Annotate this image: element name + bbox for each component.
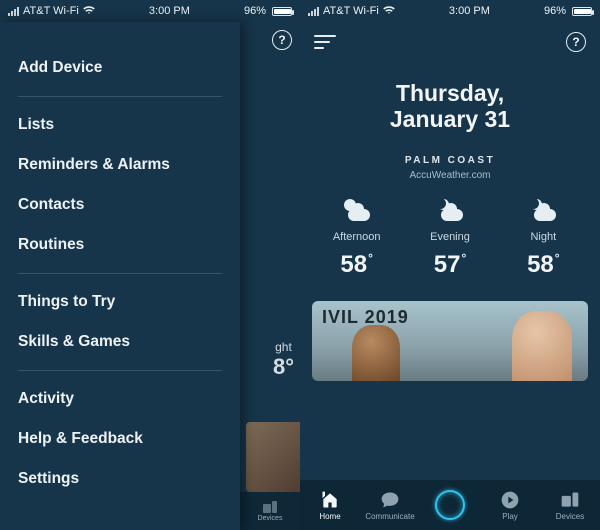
location-block: PALM COAST AccuWeather.com xyxy=(300,155,600,181)
card-peek xyxy=(246,422,300,492)
tabbar-peek-label: Devices xyxy=(258,515,283,522)
forecast-afternoon[interactable]: Afternoon 58° xyxy=(310,197,403,279)
forecast-temp: 58° xyxy=(497,251,590,279)
menu-add-device[interactable]: Add Device xyxy=(18,48,222,88)
help-icon[interactable]: ? xyxy=(566,32,586,52)
menu-contacts[interactable]: Contacts xyxy=(18,185,222,225)
forecast-period: Night xyxy=(497,231,590,243)
menu-help-feedback[interactable]: Help & Feedback xyxy=(18,419,222,459)
tab-home[interactable]: Home xyxy=(300,490,360,521)
forecast-period: Evening xyxy=(403,231,496,243)
date-line-2: January 31 xyxy=(390,106,510,132)
peek-period: ght xyxy=(273,340,294,354)
menu-things-to-try[interactable]: Things to Try xyxy=(18,282,222,322)
tab-communicate[interactable]: Communicate xyxy=(360,490,420,521)
menu-activity[interactable]: Activity xyxy=(18,379,222,419)
menu-divider xyxy=(18,96,222,97)
menu-icon[interactable] xyxy=(314,35,336,49)
tab-alexa[interactable] xyxy=(420,490,480,520)
forecast-evening[interactable]: Evening 57° xyxy=(403,197,496,279)
tab-label: Play xyxy=(502,512,518,521)
status-bar: AT&T Wi-Fi 3:00 PM 96% xyxy=(0,0,300,22)
battery-pct-label: 96% xyxy=(544,5,566,17)
play-icon xyxy=(500,490,520,510)
card-person-left xyxy=(352,325,400,381)
dual-screenshot-canvas: AT&T Wi-Fi 3:00 PM 96% ? ght 8° Devices xyxy=(0,0,600,530)
help-icon[interactable]: ? xyxy=(272,30,292,50)
partly-cloudy-day-icon xyxy=(342,199,372,221)
menu-skills-games[interactable]: Skills & Games xyxy=(18,322,222,362)
battery-icon xyxy=(572,7,592,16)
feed-card[interactable]: IVIL 2019 xyxy=(312,301,588,381)
tab-label: Home xyxy=(319,512,340,521)
date-heading: Thursday, January 31 xyxy=(300,80,600,133)
status-bar: AT&T Wi-Fi 3:00 PM 96% xyxy=(300,0,600,22)
partly-cloudy-night-icon xyxy=(528,199,558,221)
devices-icon xyxy=(560,490,580,510)
devices-icon xyxy=(262,500,278,514)
chat-icon xyxy=(380,490,400,510)
date-line-1: Thursday, xyxy=(396,80,504,106)
menu-settings[interactable]: Settings xyxy=(18,459,222,499)
card-person-right xyxy=(512,311,572,381)
carrier-label: AT&T Wi-Fi xyxy=(23,5,79,17)
tab-label: Devices xyxy=(556,512,584,521)
weather-peek: ght 8° xyxy=(273,340,294,380)
tab-play[interactable]: Play xyxy=(480,490,540,521)
wifi-icon xyxy=(383,4,395,18)
peek-temp: 8° xyxy=(273,354,294,380)
carrier-label: AT&T Wi-Fi xyxy=(323,5,379,17)
forecast-period: Afternoon xyxy=(310,231,403,243)
partly-cloudy-night-icon xyxy=(435,199,465,221)
bottom-tab-bar: Home Communicate Play Devices xyxy=(300,480,600,530)
menu-reminders[interactable]: Reminders & Alarms xyxy=(18,145,222,185)
forecast-temp: 58° xyxy=(310,251,403,279)
menu-lists[interactable]: Lists xyxy=(18,105,222,145)
clock-label: 3:00 PM xyxy=(149,5,190,17)
alexa-ring-icon xyxy=(435,490,465,520)
drawer-backdrop[interactable]: ? ght 8° Devices xyxy=(240,22,300,530)
forecast-row: Afternoon 58° Evening 57° Night 58° xyxy=(300,181,600,301)
nav-drawer: Add Device Lists Reminders & Alarms Cont… xyxy=(0,22,240,530)
menu-divider xyxy=(18,370,222,371)
menu-routines[interactable]: Routines xyxy=(18,225,222,265)
tabbar-peek: Devices xyxy=(240,492,300,530)
tab-devices[interactable]: Devices xyxy=(540,490,600,521)
battery-icon xyxy=(272,7,292,16)
forecast-temp: 57° xyxy=(403,251,496,279)
tab-label: Communicate xyxy=(365,512,414,521)
phone-left: AT&T Wi-Fi 3:00 PM 96% ? ght 8° Devices xyxy=(0,0,300,530)
signal-icon xyxy=(308,7,319,16)
phone-right: AT&T Wi-Fi 3:00 PM 96% ? Thursday, Janua… xyxy=(300,0,600,530)
app-top-bar: ? xyxy=(300,22,600,56)
menu-divider xyxy=(18,273,222,274)
home-icon xyxy=(320,490,340,510)
clock-label: 3:00 PM xyxy=(449,5,490,17)
location-city: PALM COAST xyxy=(300,155,600,166)
forecast-night[interactable]: Night 58° xyxy=(497,197,590,279)
signal-icon xyxy=(8,7,19,16)
wifi-icon xyxy=(83,4,95,18)
weather-source[interactable]: AccuWeather.com xyxy=(300,170,600,181)
battery-pct-label: 96% xyxy=(244,5,266,17)
card-banner-text: IVIL 2019 xyxy=(322,307,409,328)
